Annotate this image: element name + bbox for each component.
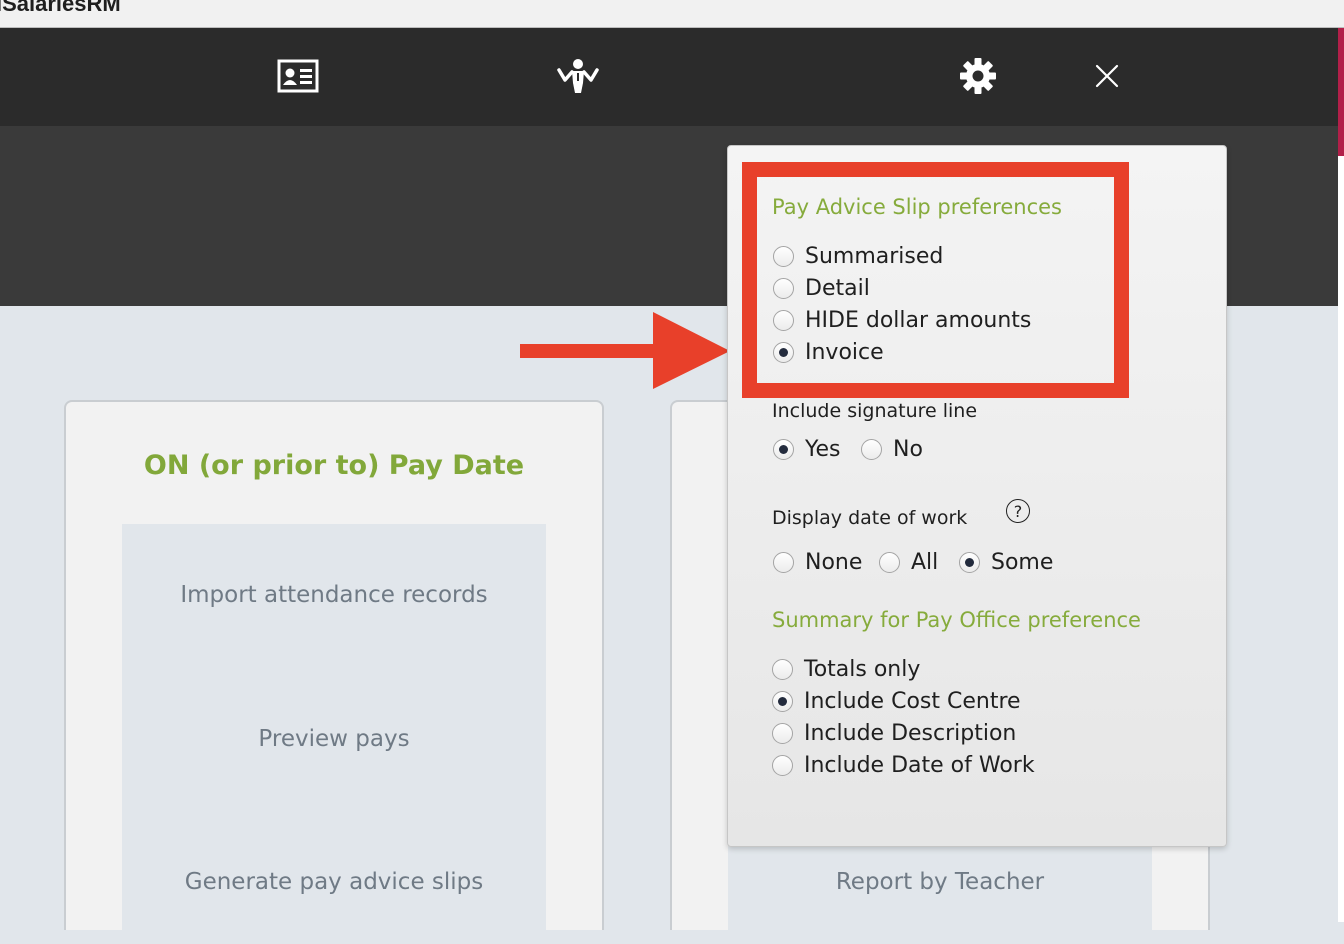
- red-arrow-annotation: [520, 312, 730, 389]
- card-actions: Import attendance records Preview pays G…: [122, 524, 546, 944]
- radio-button[interactable]: [773, 551, 794, 573]
- settings-button[interactable]: [952, 50, 1004, 102]
- radio-date-some[interactable]: Some: [959, 548, 1053, 576]
- pay-date-card: ON (or prior to) Pay Date Import attenda…: [64, 400, 604, 944]
- option-label: Totals only: [804, 656, 921, 682]
- date-of-work-label: Display date of work: [772, 507, 968, 529]
- radio-totals-only[interactable]: Totals only: [772, 655, 920, 683]
- help-icon[interactable]: ?: [1006, 499, 1030, 523]
- import-attendance-link[interactable]: Import attendance records: [122, 582, 546, 608]
- option-label: All: [911, 549, 939, 575]
- window-titlebar: iSalariesRM: [0, 0, 1344, 28]
- radio-date-all[interactable]: All: [879, 548, 938, 576]
- option-label: No: [893, 436, 923, 462]
- gear-icon: [960, 58, 996, 94]
- radio-date-none[interactable]: None: [773, 548, 862, 576]
- option-label: Include Date of Work: [804, 752, 1035, 778]
- radio-include-cost-centre[interactable]: Include Cost Centre: [772, 687, 1021, 715]
- option-label: Include Description: [804, 720, 1017, 746]
- close-button[interactable]: [1081, 50, 1133, 102]
- option-label: Some: [991, 549, 1054, 575]
- option-label: Include Cost Centre: [804, 688, 1021, 714]
- help-person-button[interactable]: [552, 50, 604, 102]
- card-title: ON (or prior to) Pay Date: [143, 450, 525, 481]
- radio-button[interactable]: [772, 658, 793, 680]
- close-icon: [1095, 64, 1119, 88]
- red-highlight-annotation: [742, 162, 1129, 398]
- radio-signature-no[interactable]: No: [861, 435, 923, 463]
- radio-include-date-of-work[interactable]: Include Date of Work: [772, 751, 1035, 779]
- id-card-icon: [277, 59, 319, 93]
- radio-button[interactable]: [773, 438, 794, 460]
- radio-include-description[interactable]: Include Description: [772, 719, 1016, 747]
- right-edge-strip: [1338, 28, 1344, 922]
- radio-button[interactable]: [959, 551, 980, 573]
- help-glyph: ?: [1013, 501, 1023, 521]
- radio-button[interactable]: [772, 722, 793, 744]
- signature-label: Include signature line: [772, 400, 978, 422]
- top-toolbar: [0, 28, 1344, 126]
- radio-signature-yes[interactable]: Yes: [773, 435, 841, 463]
- person-shrug-icon: [557, 59, 599, 93]
- app-title: iSalariesRM: [0, 0, 121, 16]
- pay-office-title: Summary for Pay Office preference: [772, 608, 1141, 632]
- option-label: Yes: [805, 436, 841, 462]
- generate-slips-link[interactable]: Generate pay advice slips: [122, 869, 546, 895]
- radio-button[interactable]: [879, 551, 900, 573]
- preview-pays-link[interactable]: Preview pays: [122, 726, 546, 752]
- right-edge-accent: [1338, 28, 1344, 156]
- option-label: None: [805, 549, 863, 575]
- id-card-button[interactable]: [272, 50, 324, 102]
- radio-button[interactable]: [772, 754, 793, 776]
- report-by-teacher-link[interactable]: Report by Teacher: [728, 869, 1152, 895]
- radio-button[interactable]: [772, 690, 793, 712]
- radio-button[interactable]: [861, 438, 882, 460]
